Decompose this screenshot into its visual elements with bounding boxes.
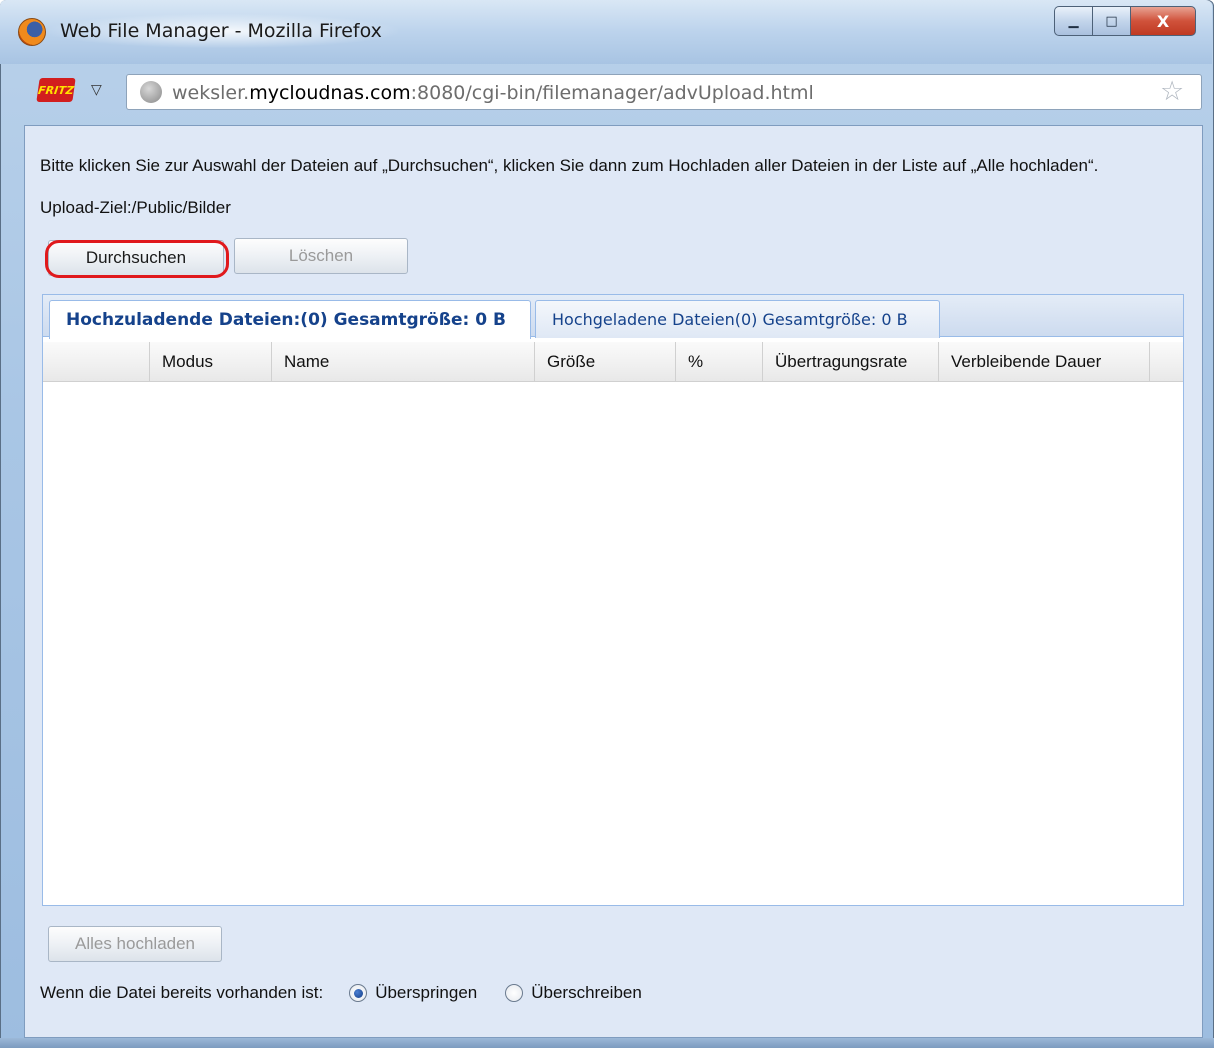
- window-title: Web File Manager - Mozilla Firefox: [60, 20, 382, 42]
- browse-highlight-annotation: [45, 240, 229, 278]
- column-header-mode[interactable]: Modus: [150, 342, 272, 382]
- url-path: :8080/cgi-bin/filemanager/advUpload.html: [410, 82, 814, 104]
- file-exists-options: Wenn die Datei bereits vorhanden ist: Üb…: [40, 982, 642, 1004]
- star-icon[interactable]: ☆: [1160, 76, 1184, 107]
- skip-radio[interactable]: [349, 984, 368, 1002]
- url-host: mycloudnas.com: [249, 82, 411, 104]
- globe-icon[interactable]: [140, 81, 162, 103]
- overwrite-option[interactable]: Überschreiben: [505, 983, 642, 1003]
- maximize-button[interactable]: □: [1092, 6, 1130, 36]
- firefox-icon[interactable]: [18, 18, 46, 46]
- skip-option[interactable]: Überspringen: [349, 983, 477, 1003]
- upload-target: Upload-Ziel:/Public/Bilder: [40, 198, 231, 217]
- url-prefix: weksler.: [172, 82, 250, 104]
- dropdown-marker-icon[interactable]: ▽: [91, 82, 102, 98]
- overwrite-label: Überschreiben: [531, 983, 642, 1002]
- upload-all-button[interactable]: Alles hochladen: [48, 926, 222, 962]
- close-button[interactable]: X: [1130, 6, 1196, 36]
- column-header-remaining-time[interactable]: Verbleibende Dauer: [939, 342, 1150, 382]
- column-header-name[interactable]: Name: [272, 342, 535, 382]
- column-header-size[interactable]: Größe: [535, 342, 676, 382]
- file-panel: [42, 294, 1184, 906]
- window-controls: ▁ □ X: [1054, 6, 1196, 40]
- column-header-percent[interactable]: %: [676, 342, 763, 382]
- overwrite-radio[interactable]: [505, 984, 524, 1002]
- tab-files-to-upload[interactable]: Hochzuladende Dateien:(0) Gesamtgröße: 0…: [49, 300, 531, 339]
- file-exists-label: Wenn die Datei bereits vorhanden ist:: [40, 983, 324, 1002]
- url-text[interactable]: weksler.mycloudnas.com:8080/cgi-bin/file…: [172, 82, 814, 104]
- tab-uploaded-files[interactable]: Hochgeladene Dateien(0) Gesamtgröße: 0 B: [535, 300, 940, 338]
- upload-instructions: Bitte klicken Sie zur Auswahl der Dateie…: [40, 156, 1099, 175]
- desktop-strip: [0, 1038, 1214, 1048]
- minimize-button[interactable]: ▁: [1054, 6, 1092, 36]
- delete-button[interactable]: Löschen: [234, 238, 408, 274]
- skip-label: Überspringen: [375, 983, 478, 1002]
- column-header-select[interactable]: [43, 342, 150, 382]
- column-header-transfer-rate[interactable]: Übertragungsrate: [763, 342, 939, 382]
- fritz-icon[interactable]: FRITZ: [36, 78, 76, 102]
- title-bar[interactable]: Web File Manager - Mozilla Firefox ▁ □ X: [0, 0, 1212, 64]
